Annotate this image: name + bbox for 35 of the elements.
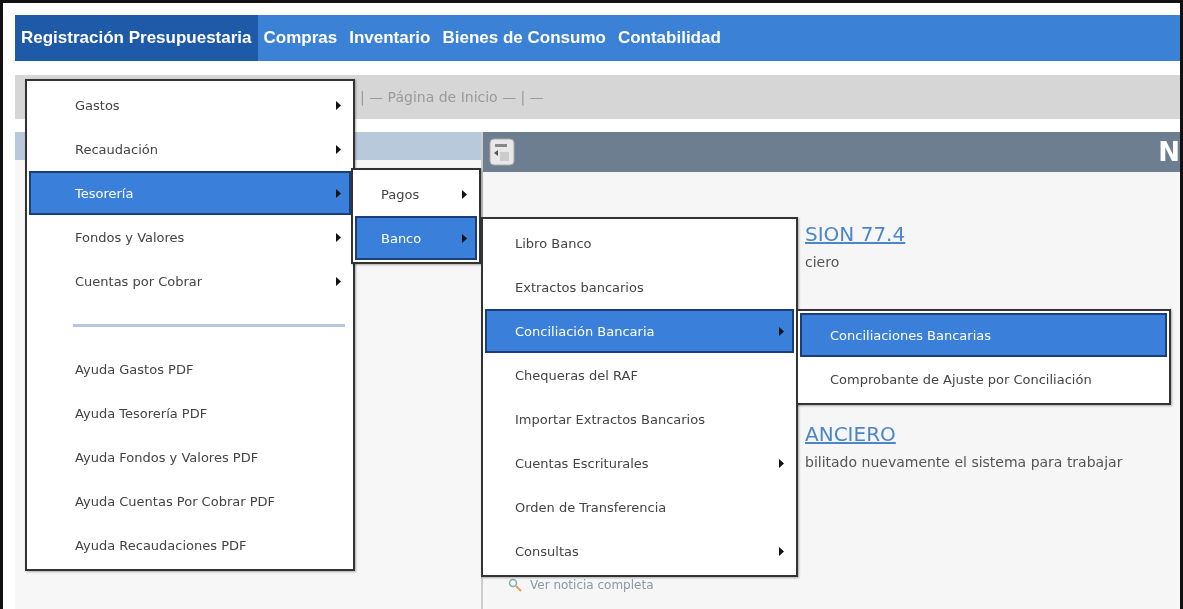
header-title: N (1158, 137, 1180, 167)
menu-item[interactable]: Importar Extractos Bancarios (485, 397, 794, 441)
menu-bar-item[interactable]: Inventario (343, 15, 437, 61)
menu-item[interactable]: Comprobante de Ajuste por Conciliación (800, 357, 1167, 401)
menu-item[interactable]: Pagos (355, 172, 477, 216)
menu-item[interactable]: Orden de Transferencia (485, 485, 794, 529)
menu-item[interactable]: Conciliaciones Bancarias (800, 313, 1167, 357)
menu-item[interactable]: Cuentas Escriturales (485, 441, 794, 485)
menu-item[interactable]: Fondos y Valores (29, 215, 351, 259)
menu-item[interactable]: Banco (355, 216, 477, 260)
menu-item[interactable]: Ayuda Fondos y Valores PDF (29, 435, 351, 479)
menu-item[interactable]: Ayuda Gastos PDF (29, 347, 351, 391)
release-notes-link[interactable]: SION 77.4 (805, 222, 906, 246)
breadcrumb: | — Página de Inicio — | — (360, 89, 544, 105)
menu-item[interactable]: Consultas (485, 529, 794, 573)
menu-item[interactable]: Ayuda Recaudaciones PDF (29, 523, 351, 567)
menu-item[interactable]: Libro Banco (485, 221, 794, 265)
toggle-icon[interactable] (489, 138, 515, 166)
menu-bar-item[interactable]: Contabilidad (611, 15, 727, 61)
search-icon (508, 578, 522, 592)
news-text: ciero (805, 254, 840, 270)
menu-item[interactable]: Chequeras del RAF (485, 353, 794, 397)
news-link[interactable]: ANCIERO (805, 422, 896, 446)
menu-bar-item[interactable]: Compras (257, 15, 344, 61)
menu-item[interactable]: Recaudación (29, 127, 351, 171)
menu-item[interactable]: Cuentas por Cobrar (29, 259, 351, 303)
menu-item[interactable]: Ayuda Tesorería PDF (29, 391, 351, 435)
menu-item[interactable]: Conciliación Bancaria (485, 309, 794, 353)
menu-item[interactable]: Ayuda Cuentas Por Cobrar PDF (29, 479, 351, 523)
news-text: bilitado nuevamente el sistema para trabajar (805, 454, 1123, 470)
menu-item[interactable]: Tesorería (29, 171, 351, 215)
menu-bar-item[interactable]: Registración Presupuestaria (15, 15, 258, 61)
menu-bar-item[interactable]: Bienes de Consumo (436, 15, 612, 61)
menu-item[interactable]: Extractos bancarios (485, 265, 794, 309)
menu-item[interactable]: Gastos (29, 83, 351, 127)
